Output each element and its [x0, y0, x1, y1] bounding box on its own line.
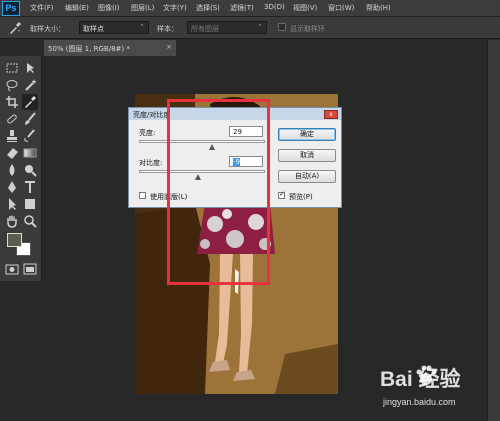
menu-filter[interactable]: 滤镜(T)	[230, 3, 254, 13]
dialog-title: 亮度/对比度	[133, 111, 171, 119]
crop-icon[interactable]	[4, 94, 20, 110]
history-brush-icon[interactable]	[22, 128, 38, 144]
close-icon[interactable]: ×	[166, 43, 172, 51]
menu-help[interactable]: 帮助(H)	[366, 3, 391, 13]
menu-3d[interactable]: 3D(D)	[264, 3, 285, 11]
photoshop-logo: Ps	[2, 1, 20, 16]
watermark-url: jingyan.baidu.com	[383, 397, 456, 407]
preview-checkbox[interactable]	[278, 190, 285, 199]
sample-size-value: 取样点	[83, 25, 104, 33]
type-icon[interactable]	[22, 179, 38, 195]
cancel-button[interactable]: 取消	[278, 149, 336, 162]
color-swatch-icon[interactable]	[6, 232, 34, 258]
legacy-checkbox[interactable]	[139, 192, 146, 199]
show-ring-label: 显示取样环	[290, 25, 325, 33]
tools-panel	[0, 56, 42, 281]
marquee-icon[interactable]	[4, 60, 20, 76]
menu-file[interactable]: 文件(F)	[30, 3, 54, 13]
move-icon[interactable]	[22, 60, 38, 76]
menu-bar: Ps 文件(F) 编辑(E) 图像(I) 图层(L) 文字(Y) 选择(S) 滤…	[0, 0, 500, 17]
dodge-icon[interactable]	[22, 162, 38, 178]
sample-size-select[interactable]: 取样点 ⌃	[79, 21, 149, 34]
pen-icon[interactable]	[4, 179, 20, 195]
healing-icon[interactable]	[4, 111, 20, 127]
contrast-label: 对比度:	[139, 159, 163, 167]
paw-icon	[414, 364, 438, 388]
eraser-icon[interactable]	[4, 145, 20, 161]
stamp-icon[interactable]	[4, 128, 20, 144]
shape-icon[interactable]	[22, 196, 38, 212]
options-bar: 取样大小： 取样点 ⌃ 样本： 所有图层 ⌃ 显示取样环	[0, 17, 500, 39]
screen-mode-icon[interactable]	[22, 261, 38, 277]
menu-layer[interactable]: 图层(L)	[131, 3, 154, 13]
brightness-label: 亮度:	[139, 129, 156, 137]
ok-button[interactable]: 确定	[278, 128, 336, 141]
document-tab-title: 50% (图层 1, RGB/8#) *	[48, 45, 130, 53]
preview-label: 预览(P)	[289, 193, 313, 201]
sample-size-label: 取样大小：	[30, 25, 65, 33]
menu-view[interactable]: 视图(V)	[293, 3, 317, 13]
menu-edit[interactable]: 编辑(E)	[65, 3, 89, 13]
menu-window[interactable]: 窗口(W)	[328, 3, 354, 13]
gradient-icon[interactable]	[22, 145, 38, 161]
document-tab-row: 50% (图层 1, RGB/8#) * ×	[0, 40, 500, 56]
path-select-icon[interactable]	[4, 196, 20, 212]
menu-select[interactable]: 选择(S)	[196, 3, 220, 13]
chevron-down-icon: ⌃	[139, 23, 145, 31]
chevron-down-icon: ⌃	[257, 23, 263, 31]
sample-label: 样本：	[157, 25, 178, 33]
document-tab[interactable]: 50% (图层 1, RGB/8#) * ×	[44, 40, 176, 56]
eyedropper-icon[interactable]	[22, 94, 38, 110]
show-ring-checkbox[interactable]	[278, 23, 286, 31]
auto-button[interactable]: 自动(A)	[278, 170, 336, 183]
quick-mask-icon[interactable]	[4, 261, 20, 277]
hand-icon[interactable]	[4, 213, 20, 229]
eyedropper-icon[interactable]	[8, 22, 22, 34]
menu-image[interactable]: 图像(I)	[98, 3, 120, 13]
annotation-highlight-box	[167, 99, 270, 285]
blur-icon[interactable]	[4, 162, 20, 178]
brush-icon[interactable]	[22, 111, 38, 127]
menu-type[interactable]: 文字(Y)	[163, 3, 187, 13]
magic-wand-icon[interactable]	[22, 77, 38, 93]
panel-dock[interactable]	[487, 40, 500, 421]
lasso-icon[interactable]	[4, 77, 20, 93]
zoom-icon[interactable]	[22, 213, 38, 229]
close-icon[interactable]: x	[324, 110, 338, 119]
sample-select[interactable]: 所有图层 ⌃	[187, 21, 267, 34]
sample-value: 所有图层	[191, 25, 219, 33]
